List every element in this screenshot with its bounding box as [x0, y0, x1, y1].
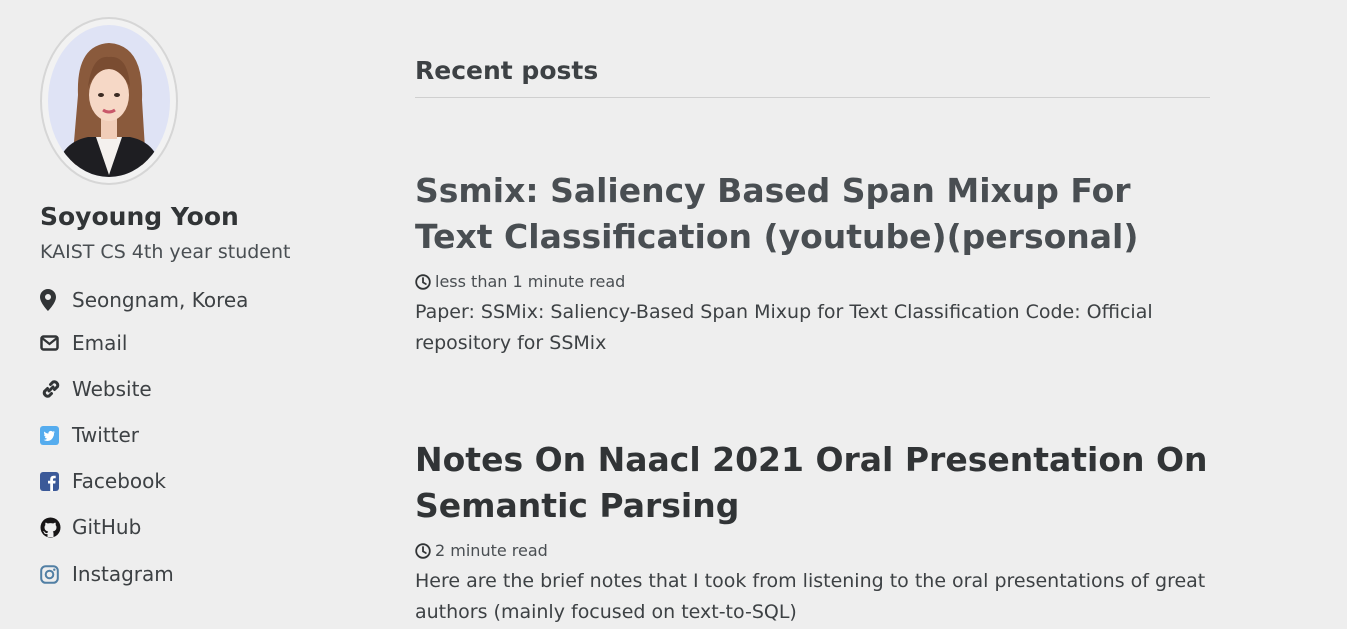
facebook-icon [40, 470, 66, 492]
read-time: 2 minute read [435, 541, 548, 560]
post-excerpt: Here are the brief notes that I took fro… [415, 570, 1206, 623]
main-content: Recent posts Ssmix: Saliency Based Span … [415, 56, 1210, 628]
location-icon [40, 289, 66, 311]
facebook-label: Facebook [72, 469, 166, 493]
envelope-icon [40, 332, 66, 354]
link-icon [40, 378, 66, 400]
post-item: Notes On Naacl 2021 Oral Presentation On… [415, 437, 1210, 628]
clock-icon [415, 273, 431, 290]
github-label: GitHub [72, 515, 142, 539]
author-links: Seongnam, Korea Email Website Twitter Fa… [40, 285, 360, 589]
post-excerpt: Paper: SSMix: Saliency-Based Span Mixup … [415, 301, 1153, 354]
email-label: Email [72, 331, 128, 355]
author-sidebar: Soyoung Yoon KAIST CS 4th year student S… [40, 17, 360, 589]
location-label: Seongnam, Korea [72, 288, 249, 312]
recent-posts-heading: Recent posts [415, 56, 1210, 98]
twitter-label: Twitter [72, 423, 140, 447]
avatar-photo [48, 25, 170, 177]
avatar [40, 17, 178, 185]
website-label: Website [72, 377, 152, 401]
read-time: less than 1 minute read [435, 272, 626, 291]
github-icon [40, 516, 66, 538]
post-meta: less than 1 minute read [415, 272, 1210, 291]
twitter-icon [40, 424, 66, 446]
author-bio: KAIST CS 4th year student [40, 241, 291, 263]
instagram-icon [40, 563, 66, 585]
website-link[interactable]: Website [40, 374, 360, 404]
post-meta: 2 minute read [415, 541, 1210, 560]
email-link[interactable]: Email [40, 328, 360, 358]
twitter-link[interactable]: Twitter [40, 420, 360, 450]
post-item: Ssmix: Saliency Based Span Mixup For Tex… [415, 168, 1210, 359]
location-item: Seongnam, Korea [40, 285, 360, 315]
instagram-link[interactable]: Instagram [40, 559, 360, 589]
clock-icon [415, 542, 431, 559]
post-title-link[interactable]: Notes On Naacl 2021 Oral Presentation On… [415, 437, 1210, 529]
post-title-link[interactable]: Ssmix: Saliency Based Span Mixup For Tex… [415, 168, 1210, 260]
instagram-label: Instagram [72, 562, 174, 586]
facebook-link[interactable]: Facebook [40, 466, 360, 496]
github-link[interactable]: GitHub [40, 512, 360, 542]
author-name: Soyoung Yoon [40, 202, 239, 231]
